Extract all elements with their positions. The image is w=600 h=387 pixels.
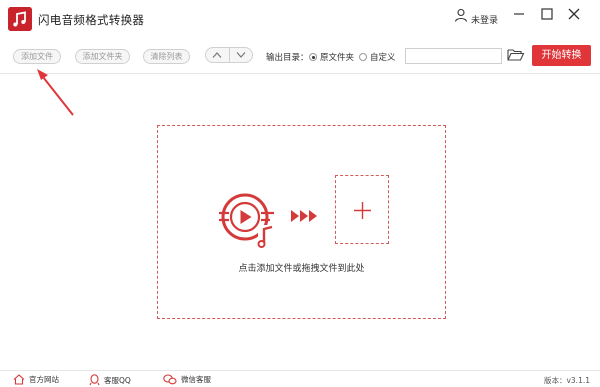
- output-dir-label: 输出目录：: [266, 53, 309, 63]
- chevron-up-icon: [212, 52, 222, 58]
- app-title: 闪电音频格式转换器: [38, 13, 145, 27]
- wechat-label: 微信客服: [181, 375, 211, 384]
- login-label: 未登录: [471, 16, 499, 26]
- radio-custom[interactable]: 自定义: [359, 51, 396, 63]
- maximize-icon[interactable]: [539, 6, 555, 22]
- chevron-down-icon: [236, 52, 246, 58]
- qq-icon: [89, 374, 100, 386]
- user-icon: [454, 8, 468, 25]
- start-convert-button[interactable]: 开始转换: [532, 45, 591, 66]
- footer: 官方网站 客服QQ 微信客服 版本：v3.1.1: [0, 370, 600, 387]
- wechat-support-link[interactable]: 微信客服: [163, 374, 211, 385]
- home-icon: [13, 374, 25, 385]
- qq-support-link[interactable]: 客服QQ: [89, 374, 131, 386]
- radio-original-label: 原文件夹: [320, 53, 355, 63]
- website-link[interactable]: 官方网站: [13, 374, 59, 385]
- move-up-button[interactable]: [206, 48, 229, 62]
- plus-icon: [354, 202, 371, 219]
- radio-custom-label: 自定义: [370, 53, 396, 63]
- radio-checked-icon: [309, 53, 317, 61]
- title-bar: 闪电音频格式转换器 未登录: [0, 0, 600, 38]
- version-label: 版本：v3.1.1: [543, 376, 590, 385]
- login-button[interactable]: 未登录: [454, 7, 498, 26]
- main-area: 点击添加文件或拖拽文件到此处: [0, 75, 600, 370]
- minimize-icon[interactable]: [511, 6, 527, 22]
- wechat-icon: [163, 374, 177, 385]
- move-down-button[interactable]: [228, 48, 253, 62]
- radio-original-folder[interactable]: 原文件夹: [309, 51, 354, 63]
- app-logo-icon: [8, 7, 32, 31]
- clear-list-button[interactable]: 清除列表: [143, 49, 190, 64]
- folder-open-icon[interactable]: [507, 47, 525, 63]
- triple-arrow-icon: [291, 210, 318, 225]
- add-file-box[interactable]: [335, 175, 389, 244]
- qq-label: 客服QQ: [104, 375, 131, 385]
- drop-hint-text: 点击添加文件或拖拽文件到此处: [238, 264, 365, 274]
- add-file-button[interactable]: 添加文件: [13, 49, 61, 64]
- radio-unchecked-icon: [359, 53, 367, 61]
- website-label: 官方网站: [29, 375, 59, 384]
- move-buttons: [205, 47, 253, 63]
- add-folder-button[interactable]: 添加文件夹: [75, 49, 130, 64]
- audio-convert-icon: [218, 193, 282, 252]
- output-path-input[interactable]: [405, 48, 502, 64]
- drop-zone[interactable]: 点击添加文件或拖拽文件到此处: [157, 125, 446, 319]
- close-icon[interactable]: [566, 6, 582, 22]
